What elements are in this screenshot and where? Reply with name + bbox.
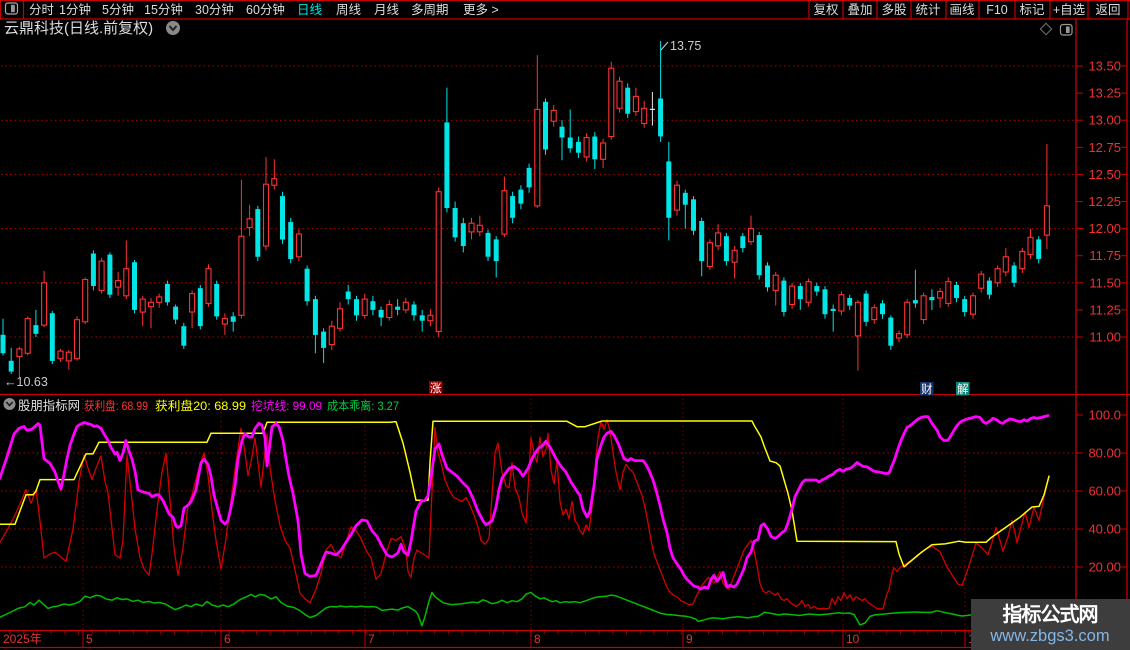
svg-text:15分钟: 15分钟 bbox=[144, 2, 183, 17]
svg-text:5分钟: 5分钟 bbox=[102, 2, 134, 17]
svg-text:←10.63: ←10.63 bbox=[4, 375, 48, 389]
svg-text:100.0: 100.0 bbox=[1088, 408, 1121, 423]
svg-text:www.zbgs3.com: www.zbgs3.com bbox=[989, 627, 1109, 645]
svg-text:财: 财 bbox=[921, 382, 933, 396]
svg-text:返回: 返回 bbox=[1095, 3, 1120, 17]
svg-text:标记: 标记 bbox=[1019, 3, 1045, 17]
svg-text:+自选: +自选 bbox=[1053, 3, 1086, 17]
svg-text:12.50: 12.50 bbox=[1088, 167, 1121, 182]
svg-text:11.50: 11.50 bbox=[1089, 275, 1121, 290]
svg-text:80.00: 80.00 bbox=[1088, 446, 1121, 461]
svg-text:11.25: 11.25 bbox=[1089, 302, 1121, 317]
svg-text:F10: F10 bbox=[986, 3, 1008, 17]
svg-text:12.75: 12.75 bbox=[1088, 140, 1121, 155]
svg-text:11.00: 11.00 bbox=[1089, 330, 1121, 345]
svg-text:云鼎科技(日线.前复权): 云鼎科技(日线.前复权) bbox=[4, 19, 153, 37]
svg-text:1分钟: 1分钟 bbox=[59, 2, 91, 17]
svg-text:30分钟: 30分钟 bbox=[195, 2, 234, 17]
svg-text:多周期: 多周期 bbox=[411, 3, 449, 17]
svg-text:成本乖离: 3.27: 成本乖离: 3.27 bbox=[327, 398, 399, 413]
svg-text:周线: 周线 bbox=[336, 3, 362, 17]
svg-text:60分钟: 60分钟 bbox=[246, 2, 285, 17]
svg-text:指标公式网: 指标公式网 bbox=[1003, 602, 1098, 626]
svg-text:解: 解 bbox=[957, 382, 969, 396]
svg-text:更多 >: 更多 > bbox=[463, 3, 499, 17]
svg-text:13.50: 13.50 bbox=[1088, 59, 1121, 74]
svg-text:11.75: 11.75 bbox=[1089, 248, 1121, 263]
svg-text:13.25: 13.25 bbox=[1088, 86, 1121, 101]
svg-text:7: 7 bbox=[368, 632, 375, 646]
svg-text:6: 6 bbox=[224, 632, 231, 646]
svg-text:20.00: 20.00 bbox=[1088, 560, 1121, 575]
svg-text:股朋指标网: 股朋指标网 bbox=[18, 398, 80, 413]
svg-text:多股: 多股 bbox=[881, 3, 907, 17]
svg-text:涨: 涨 bbox=[430, 382, 442, 395]
svg-text:统计: 统计 bbox=[915, 3, 940, 17]
svg-text:60.00: 60.00 bbox=[1088, 484, 1121, 499]
svg-text:月线: 月线 bbox=[374, 3, 400, 17]
svg-text:12.25: 12.25 bbox=[1088, 194, 1121, 209]
svg-text:2025年: 2025年 bbox=[3, 632, 42, 646]
svg-text:获利盘20: 68.99: 获利盘20: 68.99 bbox=[155, 398, 246, 413]
svg-text:40.00: 40.00 bbox=[1088, 522, 1121, 537]
svg-text:获利盘: 68.99: 获利盘: 68.99 bbox=[84, 398, 148, 413]
svg-text:叠加: 叠加 bbox=[847, 3, 872, 17]
svg-text:挖坑线: 99.09: 挖坑线: 99.09 bbox=[251, 398, 322, 413]
svg-text:12.00: 12.00 bbox=[1088, 221, 1121, 236]
svg-text:13.75: 13.75 bbox=[670, 39, 701, 53]
svg-text:10: 10 bbox=[846, 632, 860, 646]
svg-text:复权: 复权 bbox=[813, 2, 839, 17]
svg-text:画线: 画线 bbox=[949, 3, 975, 17]
svg-text:日线: 日线 bbox=[297, 3, 323, 17]
svg-text:13.00: 13.00 bbox=[1088, 113, 1121, 128]
svg-text:分时: 分时 bbox=[29, 3, 55, 17]
svg-text:9: 9 bbox=[686, 632, 693, 646]
svg-text:8: 8 bbox=[534, 632, 541, 646]
